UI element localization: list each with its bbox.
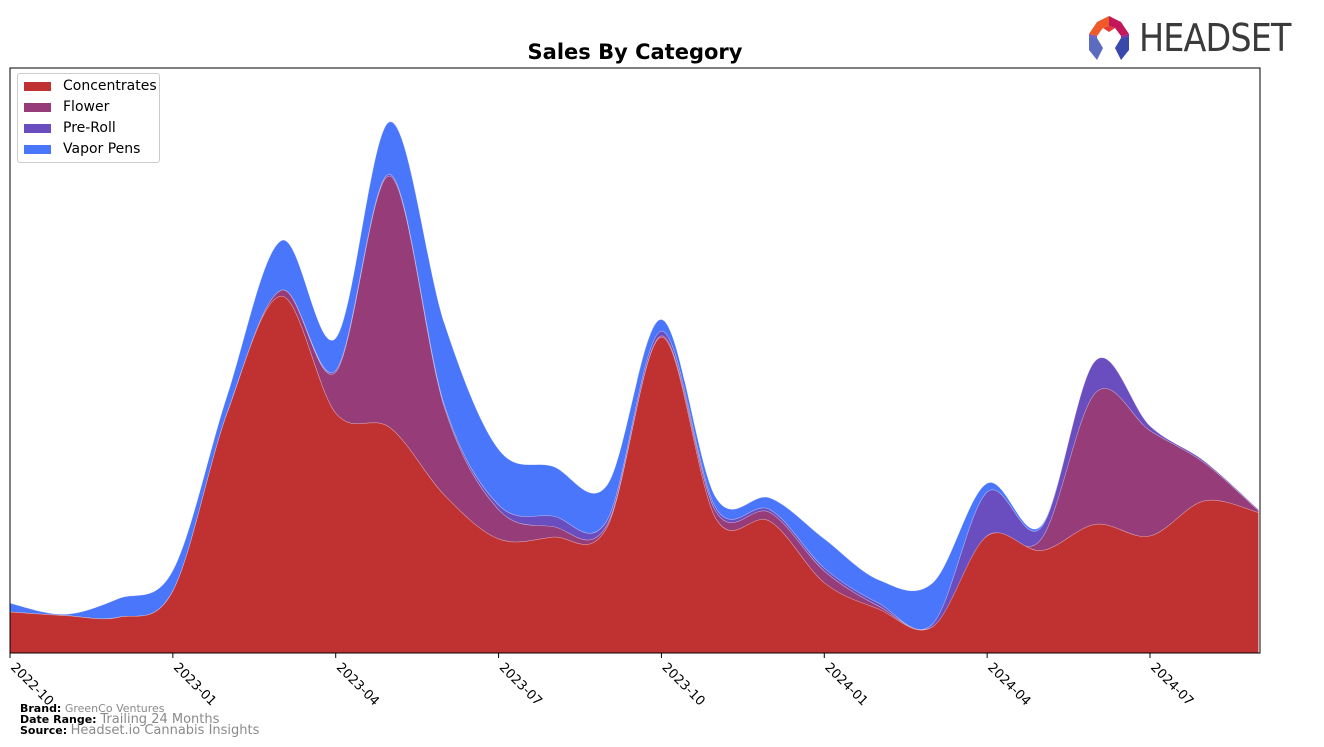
x-tick-label: 2024-07 xyxy=(1147,660,1196,709)
x-tick-label: 2023-04 xyxy=(333,660,382,709)
x-tick-label: 2024-01 xyxy=(821,660,870,709)
x-tick-label: 2024-04 xyxy=(984,660,1033,709)
x-tick-label: 2023-10 xyxy=(659,660,708,709)
legend-swatch-flower xyxy=(24,102,51,112)
area-layers xyxy=(10,121,1259,653)
legend: Concentrates Flower Pre-Roll Vapor Pens xyxy=(17,73,160,163)
chart-title: Sales By Category xyxy=(528,40,743,64)
legend-item-flower: Flower xyxy=(24,98,109,116)
footer-source: Source: Headset.io Cannabis Insights xyxy=(20,723,260,738)
x-tick-label: 2023-01 xyxy=(170,660,219,709)
headset-logo-icon xyxy=(1089,16,1129,60)
legend-label: Concentrates xyxy=(63,78,157,94)
legend-item-pre-roll: Pre-Roll xyxy=(24,119,116,137)
legend-item-concentrates: Concentrates xyxy=(24,77,157,95)
legend-label: Flower xyxy=(63,99,110,115)
legend-swatch-pre-roll xyxy=(24,123,51,133)
source-value: Headset.io Cannabis Insights xyxy=(70,723,260,738)
legend-swatch-concentrates xyxy=(24,81,51,91)
chart: Sales By Category 2022-10 2023-01 2023-04 2… xyxy=(7,40,1261,709)
headset-logo-text: HEADSET xyxy=(1139,16,1291,60)
x-axis: 2022-10 2023-01 2023-04 2023-07 2023-10 2024-… xyxy=(7,653,1196,709)
legend-item-vapor-pens: Vapor Pens xyxy=(24,140,140,158)
legend-swatch-vapor-pens xyxy=(24,144,51,154)
source-label: Source: xyxy=(20,724,68,737)
legend-label: Pre-Roll xyxy=(63,120,116,136)
x-tick-label: 2023-07 xyxy=(496,660,545,709)
headset-logo: HEADSET xyxy=(1085,14,1315,62)
legend-label: Vapor Pens xyxy=(63,141,141,157)
